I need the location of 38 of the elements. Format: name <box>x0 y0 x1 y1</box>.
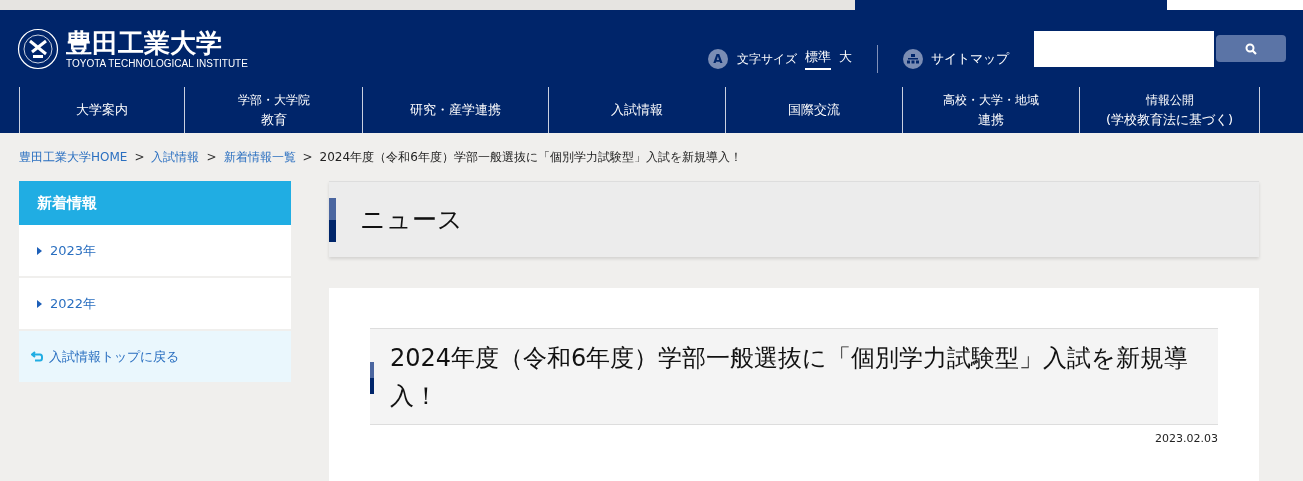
nav-menu-item[interactable]: 入試情報 <box>548 87 725 133</box>
breadcrumb-separator: > <box>134 149 145 166</box>
logo-subtitle: TOYOTA TECHNOLOGICAL INSTITUTE <box>66 57 248 70</box>
accent-bar <box>370 361 374 394</box>
search-field[interactable] <box>1034 30 1214 67</box>
nav-menu-item[interactable]: 大学案内 <box>19 87 184 133</box>
triangle-icon <box>37 299 42 308</box>
nav-menu-item[interactable]: 高校・大学・地域 連携 <box>902 87 1079 133</box>
university-emblem-icon <box>17 27 59 70</box>
sidebar-item[interactable]: 2022年 <box>19 278 291 329</box>
nav-menu-item[interactable]: 研究・産学連携 <box>362 87 548 133</box>
breadcrumb-link[interactable]: 新着情報一覧 <box>223 148 296 166</box>
sitemap-link[interactable]: サイトマップ <box>931 48 1009 69</box>
font-size-label: 文字サイズ <box>737 50 797 68</box>
nav-menu-item[interactable]: 情報公開 (学校教育法に基づく) <box>1079 87 1260 133</box>
accent-bar <box>329 197 336 242</box>
sidebar-title: 新着情報 <box>19 181 291 225</box>
font-size-option[interactable]: 大 <box>839 47 852 70</box>
sitemap-icon <box>903 48 923 69</box>
logo-title: 豊田工業大学 <box>66 27 223 58</box>
breadcrumb-separator: > <box>206 149 217 166</box>
back-link[interactable]: 入試情報トップに戻る <box>19 331 291 382</box>
breadcrumb-separator: > <box>302 149 313 166</box>
breadcrumb-link[interactable]: 入試情報 <box>151 148 200 166</box>
article-title: 2024年度（令和6年度）学部一般選抜に「個別学力試験型」入試を新規導入！ <box>390 342 1190 412</box>
breadcrumb-link[interactable]: 豊田工業大学HOME <box>19 148 128 166</box>
font-size-icon: A <box>708 48 728 69</box>
nav-menu-item[interactable]: 学部・大学院 教育 <box>184 87 362 133</box>
sidebar-item[interactable]: 2023年 <box>19 225 291 276</box>
breadcrumb-current: 2024年度（令和6年度）学部一般選抜に「個別学力試験型」入試を新規導入！ <box>319 149 742 166</box>
nav-menu-item[interactable]: 国際交流 <box>725 87 902 133</box>
article-date: 2023.02.03 <box>1155 431 1218 447</box>
search-button[interactable] <box>1216 35 1286 62</box>
section-title: ニュース <box>360 203 463 236</box>
search-icon <box>1245 42 1257 55</box>
triangle-icon <box>37 246 42 255</box>
font-size-option[interactable]: 標準 <box>805 47 831 70</box>
return-arrow-icon <box>31 351 43 362</box>
